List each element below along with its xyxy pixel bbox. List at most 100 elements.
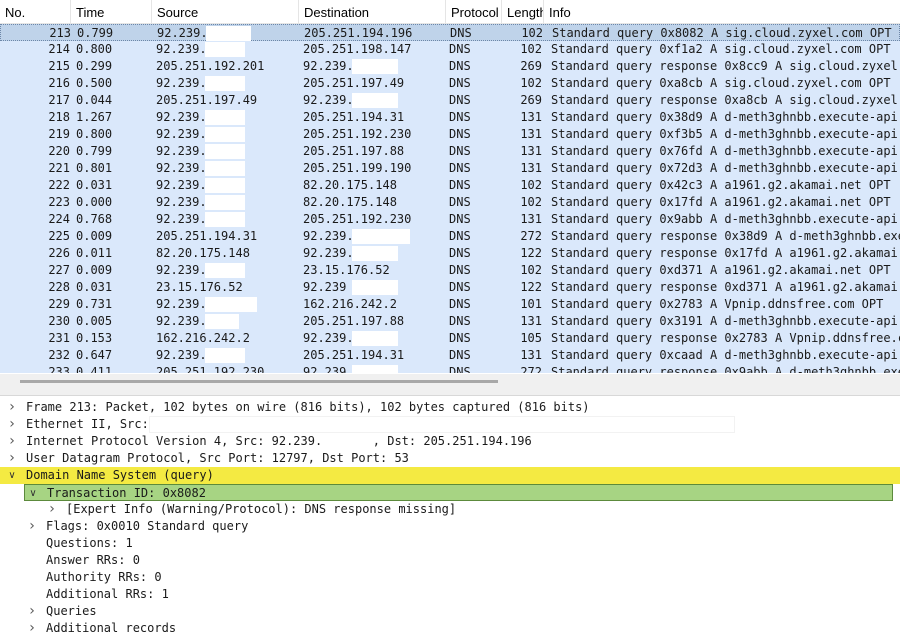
cell-info: Standard query 0xd371 A a1961.g2.akamai.… <box>551 263 891 277</box>
chevron-right-icon[interactable]: › <box>26 518 38 535</box>
cell-time: 1.267 <box>76 110 113 124</box>
redaction-box <box>205 144 245 159</box>
cell-protocol: DNS <box>449 348 471 362</box>
cell-protocol: DNS <box>450 26 472 40</box>
detail-tree-label: Transaction ID: 0x8082 <box>47 486 206 500</box>
detail-tree-item[interactable]: › Ethernet II, Src: <box>0 416 900 433</box>
packet-row[interactable]: 216 0.500 92.239. 205.251.197.49 DNS 102 Stand… <box>0 75 900 92</box>
packet-row[interactable]: 218 1.267 92.239. 205.251.194.31 DNS 131 Stand… <box>0 109 900 126</box>
chevron-right-icon[interactable]: › <box>26 603 38 620</box>
detail-tree-item[interactable]: Authority RRs: 0 <box>0 569 900 586</box>
packet-list[interactable]: No. Time Source Destination Protocol Len… <box>0 0 900 373</box>
cell-no: 226 <box>48 246 70 260</box>
packet-row[interactable]: 231 0.153 162.216.242.2 92.239. DNS 105 Standa… <box>0 330 900 347</box>
cell-length: 102 <box>520 195 542 209</box>
cell-protocol: DNS <box>449 195 471 209</box>
cell-time: 0.500 <box>76 76 113 90</box>
redaction-box <box>206 26 251 41</box>
redaction-box <box>205 212 245 227</box>
cell-protocol: DNS <box>449 246 471 260</box>
chevron-right-icon[interactable]: › <box>46 501 58 518</box>
packet-row[interactable]: 224 0.768 92.239. 205.251.192.230 DNS 131 Stan… <box>0 211 900 228</box>
column-header-no[interactable]: No. <box>0 0 71 24</box>
packet-row[interactable]: 214 0.800 92.239. 205.251.198.147 DNS 102 Stan… <box>0 41 900 58</box>
detail-tree-item[interactable]: › Queries <box>0 603 900 620</box>
cell-no: 214 <box>48 42 70 56</box>
cell-destination: 205.251.197.88 <box>303 314 405 328</box>
packet-row[interactable]: 219 0.800 92.239. 205.251.192.230 DNS 131 Stan… <box>0 126 900 143</box>
cell-time: 0.801 <box>76 161 113 175</box>
packet-row[interactable]: 233 0.411 205.251.192.230 92.239. DNS 272 Stan… <box>0 364 900 373</box>
packet-row[interactable]: 220 0.799 92.239. 205.251.197.88 DNS 131 Stand… <box>0 143 900 160</box>
packet-row[interactable]: 228 0.031 23.15.176.52 92.239 DNS 122 Standard… <box>0 279 900 296</box>
detail-tree-item[interactable]: › Flags: 0x0010 Standard query <box>0 518 900 535</box>
chevron-down-icon[interactable]: ∨ <box>27 485 39 502</box>
redaction-box <box>205 195 245 210</box>
packet-row[interactable]: 215 0.299 205.251.192.201 92.239. DNS 269 Stan… <box>0 58 900 75</box>
cell-length: 102 <box>520 263 542 277</box>
chevron-right-icon[interactable]: › <box>6 450 18 467</box>
cell-destination: 82.20.175.148 <box>303 195 397 209</box>
redaction-box <box>352 229 410 244</box>
horizontal-scrollbar[interactable] <box>0 374 900 388</box>
chevron-right-icon[interactable]: › <box>6 399 18 416</box>
cell-protocol: DNS <box>449 178 471 192</box>
cell-source: 205.251.197.49 <box>156 93 258 107</box>
chevron-right-icon[interactable]: › <box>6 416 18 433</box>
detail-tree-item[interactable]: › Additional records <box>0 620 900 637</box>
cell-protocol: DNS <box>449 76 471 90</box>
scrollbar-thumb[interactable] <box>20 380 498 383</box>
detail-tree-item[interactable]: › [Expert Info (Warning/Protocol): DNS re… <box>0 501 900 518</box>
cell-protocol: DNS <box>449 331 471 345</box>
column-header-time[interactable]: Time <box>71 0 152 24</box>
chevron-right-icon[interactable]: › <box>6 433 18 450</box>
packet-row[interactable]: 223 0.000 92.239. 82.20.175.148 DNS 102 Standa… <box>0 194 900 211</box>
cell-length: 131 <box>520 110 542 124</box>
detail-tree-item[interactable]: Questions: 1 <box>0 535 900 552</box>
packet-row[interactable]: 222 0.031 92.239. 82.20.175.148 DNS 102 Standa… <box>0 177 900 194</box>
detail-tree-item[interactable]: › Frame 213: Packet, 102 bytes on wire (8… <box>0 399 900 416</box>
column-header-info[interactable]: Info <box>544 0 900 24</box>
column-header-length[interactable]: Length <box>502 0 544 24</box>
packet-row[interactable]: 225 0.009 205.251.194.31 92.239. DNS 272 Stand… <box>0 228 900 245</box>
cell-protocol: DNS <box>449 110 471 124</box>
detail-tree-label: Answer RRs: 0 <box>46 553 140 567</box>
detail-tree-label: Questions: 1 <box>46 536 133 550</box>
packet-row[interactable]: 229 0.731 92.239. 162.216.242.2 DNS 101 Standa… <box>0 296 900 313</box>
cell-destination: 205.251.197.49 <box>303 76 405 90</box>
cell-protocol: DNS <box>449 314 471 328</box>
cell-time: 0.799 <box>77 26 114 40</box>
packet-row[interactable]: 227 0.009 92.239. 23.15.176.52 DNS 102 Standar… <box>0 262 900 279</box>
packet-row[interactable]: 221 0.801 92.239. 205.251.199.190 DNS 131 Stan… <box>0 160 900 177</box>
cell-length: 105 <box>520 331 542 345</box>
detail-tree-label: Additional records <box>46 621 177 635</box>
detail-tree-item[interactable]: ∨ Domain Name System (query) <box>0 467 900 484</box>
cell-length: 131 <box>520 348 542 362</box>
chevron-right-icon[interactable]: › <box>26 620 38 637</box>
cell-no: 216 <box>48 76 70 90</box>
detail-tree-item[interactable]: Additional RRs: 1 <box>0 586 900 603</box>
column-header-destination[interactable]: Destination <box>299 0 446 24</box>
cell-info: Standard query response 0x8cc9 A sig.clo… <box>551 59 900 73</box>
packet-row[interactable]: 226 0.011 82.20.175.148 92.239. DNS 122 Standa… <box>0 245 900 262</box>
redaction-box <box>205 314 239 329</box>
column-header-source[interactable]: Source <box>152 0 299 24</box>
detail-tree-item[interactable]: › Internet Protocol Version 4, Src: 92.23… <box>0 433 900 450</box>
packet-row[interactable]: 232 0.647 92.239. 205.251.194.31 DNS 131 Stand… <box>0 347 900 364</box>
cell-info: Standard query response 0x9abb A d-meth3… <box>551 365 900 373</box>
detail-tree-item[interactable]: ∨ Transaction ID: 0x8082 <box>24 484 893 501</box>
detail-tree-item[interactable]: Answer RRs: 0 <box>0 552 900 569</box>
column-header-protocol[interactable]: Protocol <box>446 0 502 24</box>
cell-info: Standard query 0x8082 A sig.cloud.zyxel.… <box>552 26 892 40</box>
pane-splitter[interactable] <box>0 388 900 396</box>
packet-row[interactable]: 213 0.799 92.239. 205.251.194.196 DNS 102 Stan… <box>0 24 900 41</box>
cell-protocol: DNS <box>449 280 471 294</box>
cell-time: 0.411 <box>76 365 113 373</box>
packet-row[interactable]: 230 0.005 92.239. 205.251.197.88 DNS 131 Stand… <box>0 313 900 330</box>
cell-no: 213 <box>49 26 71 40</box>
cell-info: Standard query 0x3191 A d-meth3ghnbb.exe… <box>551 314 900 328</box>
detail-tree-item[interactable]: › User Datagram Protocol, Src Port: 12797… <box>0 450 900 467</box>
cell-info: Standard query 0x17fd A a1961.g2.akamai.… <box>551 195 891 209</box>
chevron-down-icon[interactable]: ∨ <box>6 467 18 484</box>
packet-row[interactable]: 217 0.044 205.251.197.49 92.239. DNS 269 Stand… <box>0 92 900 109</box>
